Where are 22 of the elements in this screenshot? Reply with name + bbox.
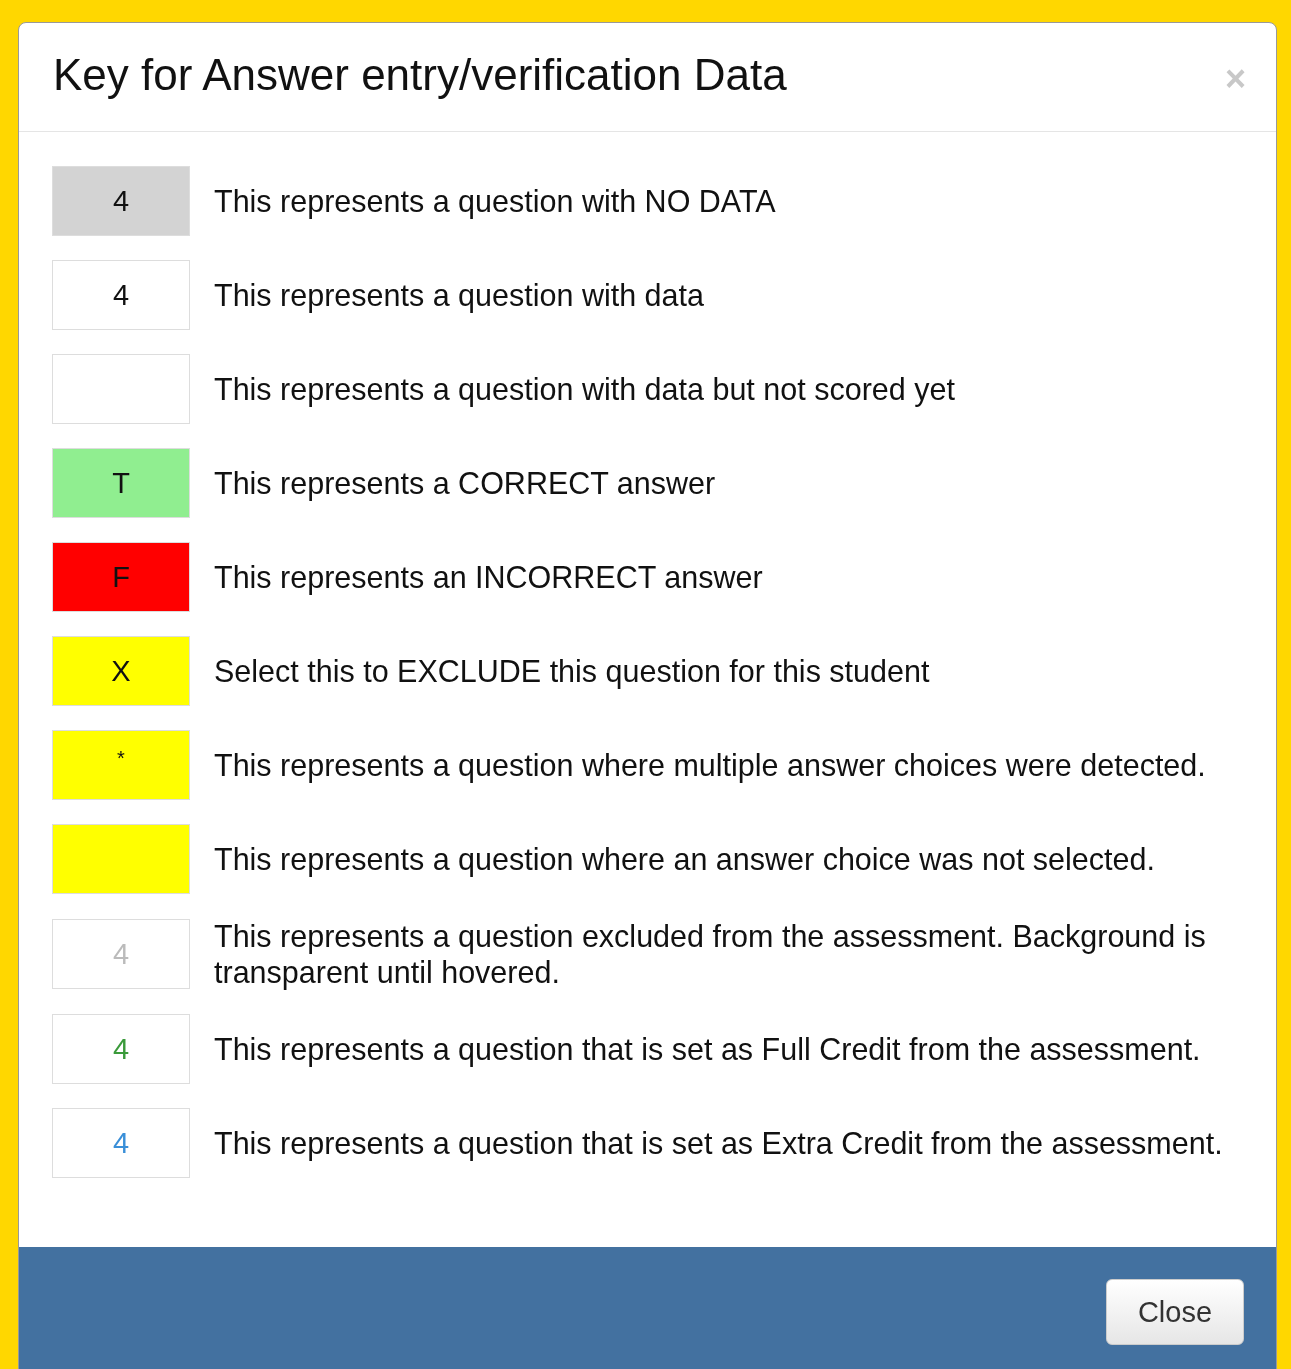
- key-description: Select this to EXCLUDE this question for this student: [214, 653, 930, 689]
- swatch-label: 4: [112, 1126, 130, 1160]
- key-description: This represents a question that is set as Extra Credit from the assessment.: [214, 1125, 1223, 1161]
- swatch-label: 4: [112, 937, 130, 971]
- swatch-label: 4: [112, 278, 130, 312]
- swatch-label: X: [111, 654, 131, 688]
- key-description: This represents a question excluded from the assessment. Background is transparent until hovered.: [214, 918, 1207, 990]
- key-description: This represents a CORRECT answer: [214, 465, 716, 501]
- swatch-label: *: [117, 747, 125, 770]
- key-description: This represents a question with data: [214, 277, 704, 313]
- key-description: This represents a question that is set as Full Credit from the assessment.: [214, 1031, 1201, 1067]
- swatch-label: 4: [112, 184, 130, 218]
- swatch-label: F: [112, 560, 130, 594]
- key-description: This represents a question where an answer choice was not selected.: [214, 841, 1155, 877]
- key-description: This represents an INCORRECT answer: [214, 559, 763, 595]
- key-description: This represents a question with data but not scored yet: [214, 371, 955, 407]
- key-description: This represents a question with NO DATA: [214, 183, 776, 219]
- dialog-title: Key for Answer entry/verification Data: [53, 49, 787, 101]
- swatch-label: 4: [112, 1032, 130, 1066]
- close-button[interactable]: Close: [1106, 1279, 1244, 1345]
- key-description: This represents a question where multiple answer choices were detected.: [214, 747, 1206, 783]
- swatch-label: T: [112, 466, 130, 500]
